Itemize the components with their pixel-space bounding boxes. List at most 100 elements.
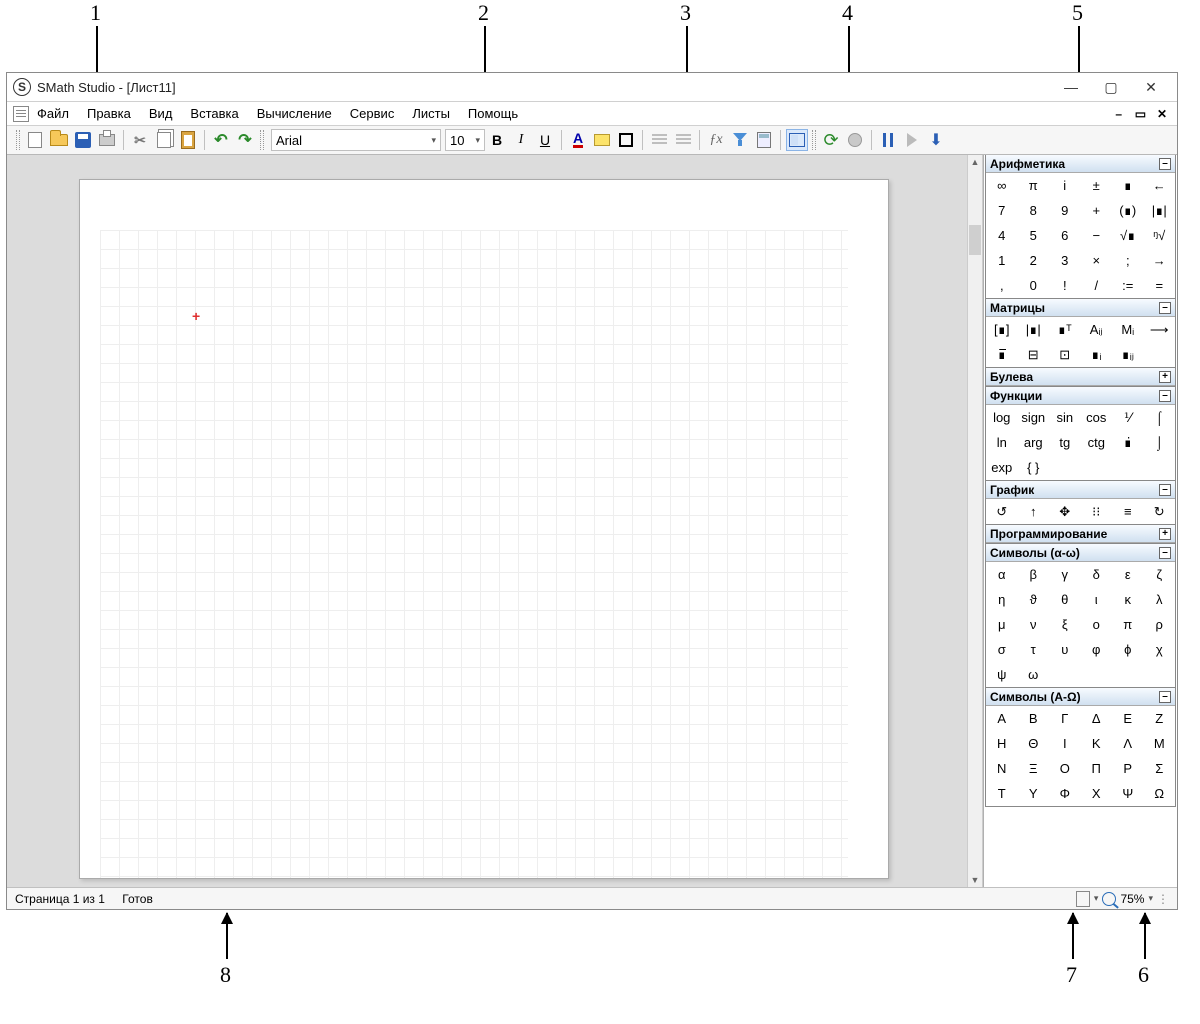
collapse-icon[interactable]: – xyxy=(1159,484,1171,496)
palette-cell[interactable]: ! xyxy=(1049,273,1081,298)
palette-cell[interactable]: ⌡ xyxy=(1144,430,1176,455)
palette-cell[interactable]: ctg xyxy=(1081,430,1113,455)
maximize-button[interactable]: ▢ xyxy=(1091,75,1131,99)
collapse-icon[interactable]: – xyxy=(1159,691,1171,703)
underline-button[interactable]: U xyxy=(534,129,556,151)
palette-cell[interactable]: − xyxy=(1081,223,1113,248)
document-icon[interactable] xyxy=(13,106,29,122)
palette-cell[interactable]: π xyxy=(1018,173,1050,198)
palette-cell[interactable]: tg xyxy=(1049,430,1081,455)
palette-cell[interactable]: Θ xyxy=(1018,731,1050,756)
palette-cell[interactable]: ο xyxy=(1081,612,1113,637)
italic-button[interactable]: I xyxy=(510,129,532,151)
palette-cell[interactable]: 3 xyxy=(1049,248,1081,273)
palette-cell[interactable]: Κ xyxy=(1081,731,1113,756)
highlight-button[interactable] xyxy=(591,129,613,151)
palette-cell[interactable]: π xyxy=(1112,612,1144,637)
palette-cell[interactable]: arg xyxy=(1018,430,1050,455)
scroll-thumb[interactable] xyxy=(969,225,981,255)
toolbar-grip-icon[interactable] xyxy=(812,130,816,150)
dropdown-icon[interactable]: ▾ xyxy=(1148,893,1153,904)
palette-cell[interactable]: 1 xyxy=(986,248,1018,273)
palette-cell[interactable]: Mᵢ xyxy=(1112,317,1144,342)
page[interactable]: + xyxy=(79,179,889,879)
palette-cell[interactable]: Α xyxy=(986,706,1018,731)
collapse-icon[interactable]: – xyxy=(1159,390,1171,402)
paste-button[interactable] xyxy=(177,129,199,151)
palette-cell[interactable]: 7 xyxy=(986,198,1018,223)
palette-symbols-lower-header[interactable]: Символы (α-ω) – xyxy=(986,544,1175,562)
palette-cell[interactable]: exp xyxy=(986,455,1018,480)
bold-button[interactable]: B xyxy=(486,129,508,151)
collapse-icon[interactable]: – xyxy=(1159,547,1171,559)
mdi-minimize-button[interactable]: – xyxy=(1110,107,1128,121)
palette-cell[interactable]: γ xyxy=(1049,562,1081,587)
palette-plot-header[interactable]: График – xyxy=(986,481,1175,499)
palette-cell[interactable]: θ xyxy=(1049,587,1081,612)
filter-button[interactable] xyxy=(729,129,751,151)
zoom-icon[interactable] xyxy=(1102,892,1116,906)
palette-cell[interactable]: ϑ xyxy=(1018,587,1050,612)
palette-cell[interactable]: , xyxy=(986,273,1018,298)
copy-button[interactable] xyxy=(153,129,175,151)
palette-cell[interactable]: ξ xyxy=(1049,612,1081,637)
palette-cell[interactable]: Ι xyxy=(1049,731,1081,756)
new-button[interactable] xyxy=(24,129,46,151)
palette-cell[interactable]: ρ xyxy=(1144,612,1176,637)
menu-view[interactable]: Вид xyxy=(149,106,173,121)
palette-cell[interactable]: ∎̇ xyxy=(1112,430,1144,455)
palette-cell[interactable]: ∞ xyxy=(986,173,1018,198)
palette-cell[interactable]: ∎ᵢⱼ xyxy=(1112,342,1144,367)
palette-cell[interactable]: ✥ xyxy=(1049,499,1081,524)
palette-cell[interactable]: Η xyxy=(986,731,1018,756)
palette-arithmetic-header[interactable]: Арифметика – xyxy=(986,155,1175,173)
palette-cell[interactable]: Ρ xyxy=(1112,756,1144,781)
palette-cell[interactable]: β xyxy=(1018,562,1050,587)
menu-file[interactable]: Файл xyxy=(37,106,69,121)
palette-cell[interactable]: ↺ xyxy=(986,499,1018,524)
calculator-button[interactable] xyxy=(753,129,775,151)
menu-edit[interactable]: Правка xyxy=(87,106,131,121)
palette-cell[interactable]: ∎̅ xyxy=(986,342,1018,367)
palette-cell[interactable]: ⟶ xyxy=(1144,317,1176,342)
palette-cell[interactable]: |∎| xyxy=(1144,198,1176,223)
pause-button[interactable] xyxy=(877,129,899,151)
palette-cell[interactable]: (∎) xyxy=(1112,198,1144,223)
stop-button[interactable] xyxy=(844,129,866,151)
palette-cell[interactable]: 6 xyxy=(1049,223,1081,248)
palette-cell[interactable]: = xyxy=(1144,273,1176,298)
palette-cell[interactable]: Ε xyxy=(1112,706,1144,731)
palette-cell[interactable]: χ xyxy=(1144,637,1176,662)
palette-cell[interactable]: ↻ xyxy=(1144,499,1176,524)
palette-cell[interactable]: ← xyxy=(1144,173,1176,198)
palette-functions-header[interactable]: Функции – xyxy=(986,387,1175,405)
palette-cell[interactable]: 4 xyxy=(986,223,1018,248)
insert-function-button[interactable]: ƒx xyxy=(705,129,727,151)
palette-cell[interactable]: ζ xyxy=(1144,562,1176,587)
palette-cell[interactable]: Χ xyxy=(1081,781,1113,806)
palette-cell[interactable]: Ψ xyxy=(1112,781,1144,806)
palette-cell[interactable]: Δ xyxy=(1081,706,1113,731)
palette-cell[interactable]: τ xyxy=(1018,637,1050,662)
palette-cell[interactable]: Λ xyxy=(1112,731,1144,756)
palette-cell[interactable]: 0 xyxy=(1018,273,1050,298)
font-size-select[interactable]: 10 ▾ xyxy=(445,129,485,151)
palette-cell[interactable]: ; xyxy=(1112,248,1144,273)
redo-button[interactable]: ↷ xyxy=(234,129,256,151)
palette-cell[interactable]: Ο xyxy=(1049,756,1081,781)
palette-cell[interactable]: ⅟ xyxy=(1112,405,1144,430)
save-button[interactable] xyxy=(72,129,94,151)
panel-toggle-button[interactable] xyxy=(786,129,808,151)
zoom-level[interactable]: 75% xyxy=(1120,892,1144,906)
palette-cell[interactable]: → xyxy=(1144,248,1176,273)
palette-cell[interactable]: α xyxy=(986,562,1018,587)
menu-calc[interactable]: Вычисление xyxy=(257,106,332,121)
palette-cell[interactable]: 8 xyxy=(1018,198,1050,223)
palette-cell[interactable]: ⊡ xyxy=(1049,342,1081,367)
palette-cell[interactable]: ψ xyxy=(986,662,1018,687)
dropdown-icon[interactable]: ▾ xyxy=(1094,893,1099,904)
palette-cell[interactable]: ⁝⁝ xyxy=(1081,499,1113,524)
palette-cell[interactable]: υ xyxy=(1049,637,1081,662)
palette-cell[interactable]: ± xyxy=(1081,173,1113,198)
mdi-close-button[interactable]: ✕ xyxy=(1153,107,1171,121)
